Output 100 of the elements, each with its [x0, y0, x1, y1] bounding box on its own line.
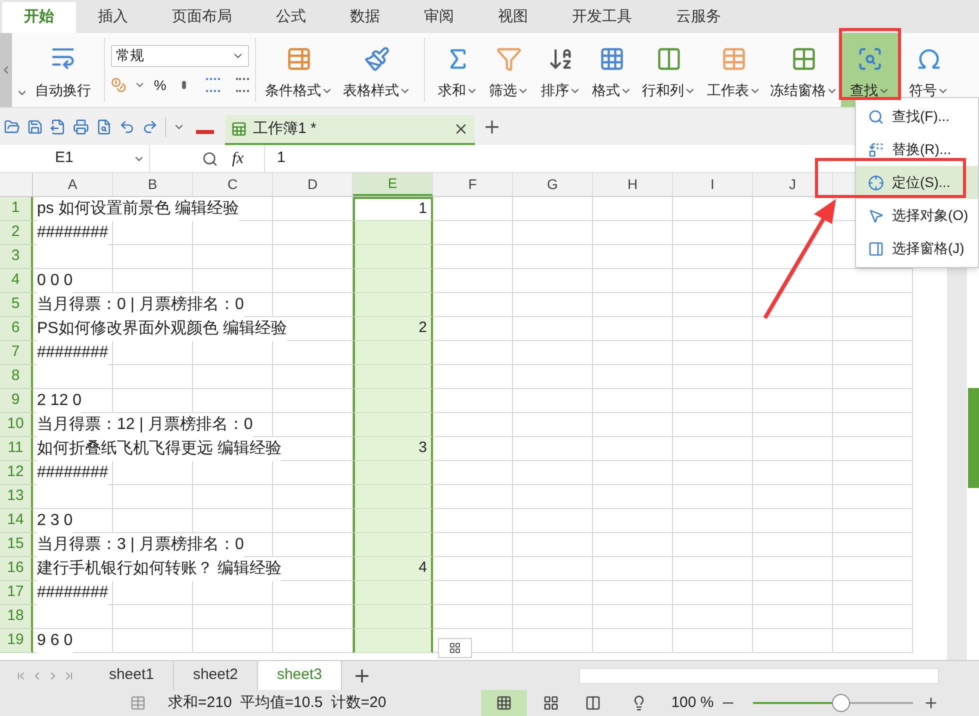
- row-header[interactable]: 18: [0, 605, 33, 629]
- grid-cell[interactable]: [513, 509, 593, 533]
- grid-cell[interactable]: [753, 245, 833, 269]
- grid-cell[interactable]: [753, 269, 833, 293]
- side-panel-handle[interactable]: [968, 388, 979, 488]
- grid-cell[interactable]: 如何折叠纸飞机飞得更远 编辑经验: [33, 437, 353, 461]
- grid-cell[interactable]: [833, 413, 913, 437]
- selected-cell[interactable]: [353, 269, 433, 293]
- row-header[interactable]: 2: [0, 221, 33, 245]
- row-header[interactable]: 16: [0, 557, 33, 581]
- column-header[interactable]: I: [673, 173, 753, 196]
- selected-cell[interactable]: [353, 389, 433, 413]
- selected-cell[interactable]: 4: [353, 557, 433, 581]
- grid-cell[interactable]: [433, 197, 513, 221]
- row-header[interactable]: 19: [0, 629, 33, 653]
- grid-cell[interactable]: [593, 293, 673, 317]
- grid-cell[interactable]: [833, 629, 913, 653]
- grid-cell[interactable]: [513, 437, 593, 461]
- menu-item[interactable]: 定位(S)...: [856, 166, 978, 199]
- ribbon-button[interactable]: 排序: [535, 33, 587, 107]
- grid-cell[interactable]: [673, 413, 753, 437]
- selected-cell[interactable]: [353, 485, 433, 509]
- grid-cell[interactable]: [433, 557, 513, 581]
- grid-cell[interactable]: [513, 389, 593, 413]
- grid-cell[interactable]: [433, 437, 513, 461]
- grid-cell[interactable]: [673, 221, 753, 245]
- row-header[interactable]: 13: [0, 485, 33, 509]
- grid-cell[interactable]: 0 0 0: [33, 269, 353, 293]
- grid-cell[interactable]: [513, 461, 593, 485]
- grid-cell[interactable]: [673, 485, 753, 509]
- zoom-in-icon[interactable]: [922, 695, 939, 711]
- ribbon-tab[interactable]: 审阅: [402, 2, 476, 33]
- grid-cell[interactable]: [433, 413, 513, 437]
- selected-cell[interactable]: [353, 605, 433, 629]
- grid-cell[interactable]: [593, 485, 673, 509]
- grid-cell[interactable]: [593, 437, 673, 461]
- sheet-tab[interactable]: sheet3: [258, 661, 342, 690]
- grid-cell[interactable]: [593, 629, 673, 653]
- ribbon-button[interactable]: 筛选: [483, 33, 535, 107]
- row-header[interactable]: 8: [0, 365, 33, 389]
- grid-cell[interactable]: 2 3 0: [33, 509, 353, 533]
- grid-cell[interactable]: [753, 389, 833, 413]
- grid-cell[interactable]: [33, 245, 353, 269]
- grid-cell[interactable]: [833, 437, 913, 461]
- grid-cell[interactable]: [593, 197, 673, 221]
- grid-cell[interactable]: [833, 269, 913, 293]
- column-header[interactable]: F: [433, 173, 513, 196]
- menu-item[interactable]: 选择窗格(J): [856, 232, 978, 265]
- ribbon-tab[interactable]: 插入: [76, 2, 150, 33]
- ribbon-button[interactable]: 冻结窗格: [767, 33, 841, 107]
- grid-cell[interactable]: [433, 485, 513, 509]
- grid-cell[interactable]: [833, 509, 913, 533]
- grid-cell[interactable]: [433, 317, 513, 341]
- selected-cell[interactable]: [353, 581, 433, 605]
- grid-cell[interactable]: [673, 461, 753, 485]
- grid-cell[interactable]: [673, 365, 753, 389]
- name-box[interactable]: E1: [0, 145, 150, 172]
- column-header[interactable]: C: [193, 173, 273, 196]
- grid-cell[interactable]: [833, 317, 913, 341]
- zoom-level[interactable]: 100 %: [671, 692, 714, 714]
- row-header[interactable]: 1: [0, 197, 33, 221]
- selected-cell[interactable]: 2: [353, 317, 433, 341]
- grid-cell[interactable]: 2 12 0: [33, 389, 353, 413]
- grid-cell[interactable]: [673, 293, 753, 317]
- grid-cell[interactable]: [833, 605, 913, 629]
- grid-cell[interactable]: ########: [33, 461, 353, 485]
- toolbar-icon[interactable]: [4, 118, 20, 134]
- selected-cell[interactable]: 3: [353, 437, 433, 461]
- grid-cell[interactable]: [593, 221, 673, 245]
- row-header[interactable]: 12: [0, 461, 33, 485]
- grid-cell[interactable]: [753, 557, 833, 581]
- grid-cell[interactable]: [513, 557, 593, 581]
- ribbon-tab[interactable]: 页面布局: [150, 2, 254, 33]
- grid-cell[interactable]: PS如何修改界面外观颜色 编辑经验: [33, 317, 353, 341]
- grid-cell[interactable]: [33, 605, 353, 629]
- toolbar-icon[interactable]: [119, 118, 135, 134]
- grid-cell[interactable]: 建行手机银行如何转账？ 编辑经验: [33, 557, 353, 581]
- row-header[interactable]: 10: [0, 413, 33, 437]
- normal-view-button[interactable]: [481, 690, 528, 716]
- grid-cell[interactable]: [753, 509, 833, 533]
- number-format-dropdown[interactable]: 常规: [111, 44, 249, 66]
- grid-cell[interactable]: [433, 269, 513, 293]
- sheet-nav-icon[interactable]: [63, 670, 75, 682]
- ribbon-button[interactable]: 工作表: [701, 33, 767, 107]
- grid-cell[interactable]: ########: [33, 341, 353, 365]
- selected-cell[interactable]: [353, 461, 433, 485]
- grid-cell[interactable]: [513, 317, 593, 341]
- grid-cell[interactable]: [673, 341, 753, 365]
- grid-cell[interactable]: [593, 341, 673, 365]
- grid-cell[interactable]: [673, 557, 753, 581]
- collapse-handle[interactable]: [0, 33, 12, 107]
- row-header[interactable]: 9: [0, 389, 33, 413]
- grid-cell[interactable]: [833, 581, 913, 605]
- column-header[interactable]: J: [753, 173, 833, 196]
- grid-cell[interactable]: [33, 485, 353, 509]
- grid-cell[interactable]: [753, 365, 833, 389]
- grid-cell[interactable]: [433, 533, 513, 557]
- grid-cell[interactable]: [593, 533, 673, 557]
- grid-cell[interactable]: [513, 581, 593, 605]
- grid-cell[interactable]: [433, 605, 513, 629]
